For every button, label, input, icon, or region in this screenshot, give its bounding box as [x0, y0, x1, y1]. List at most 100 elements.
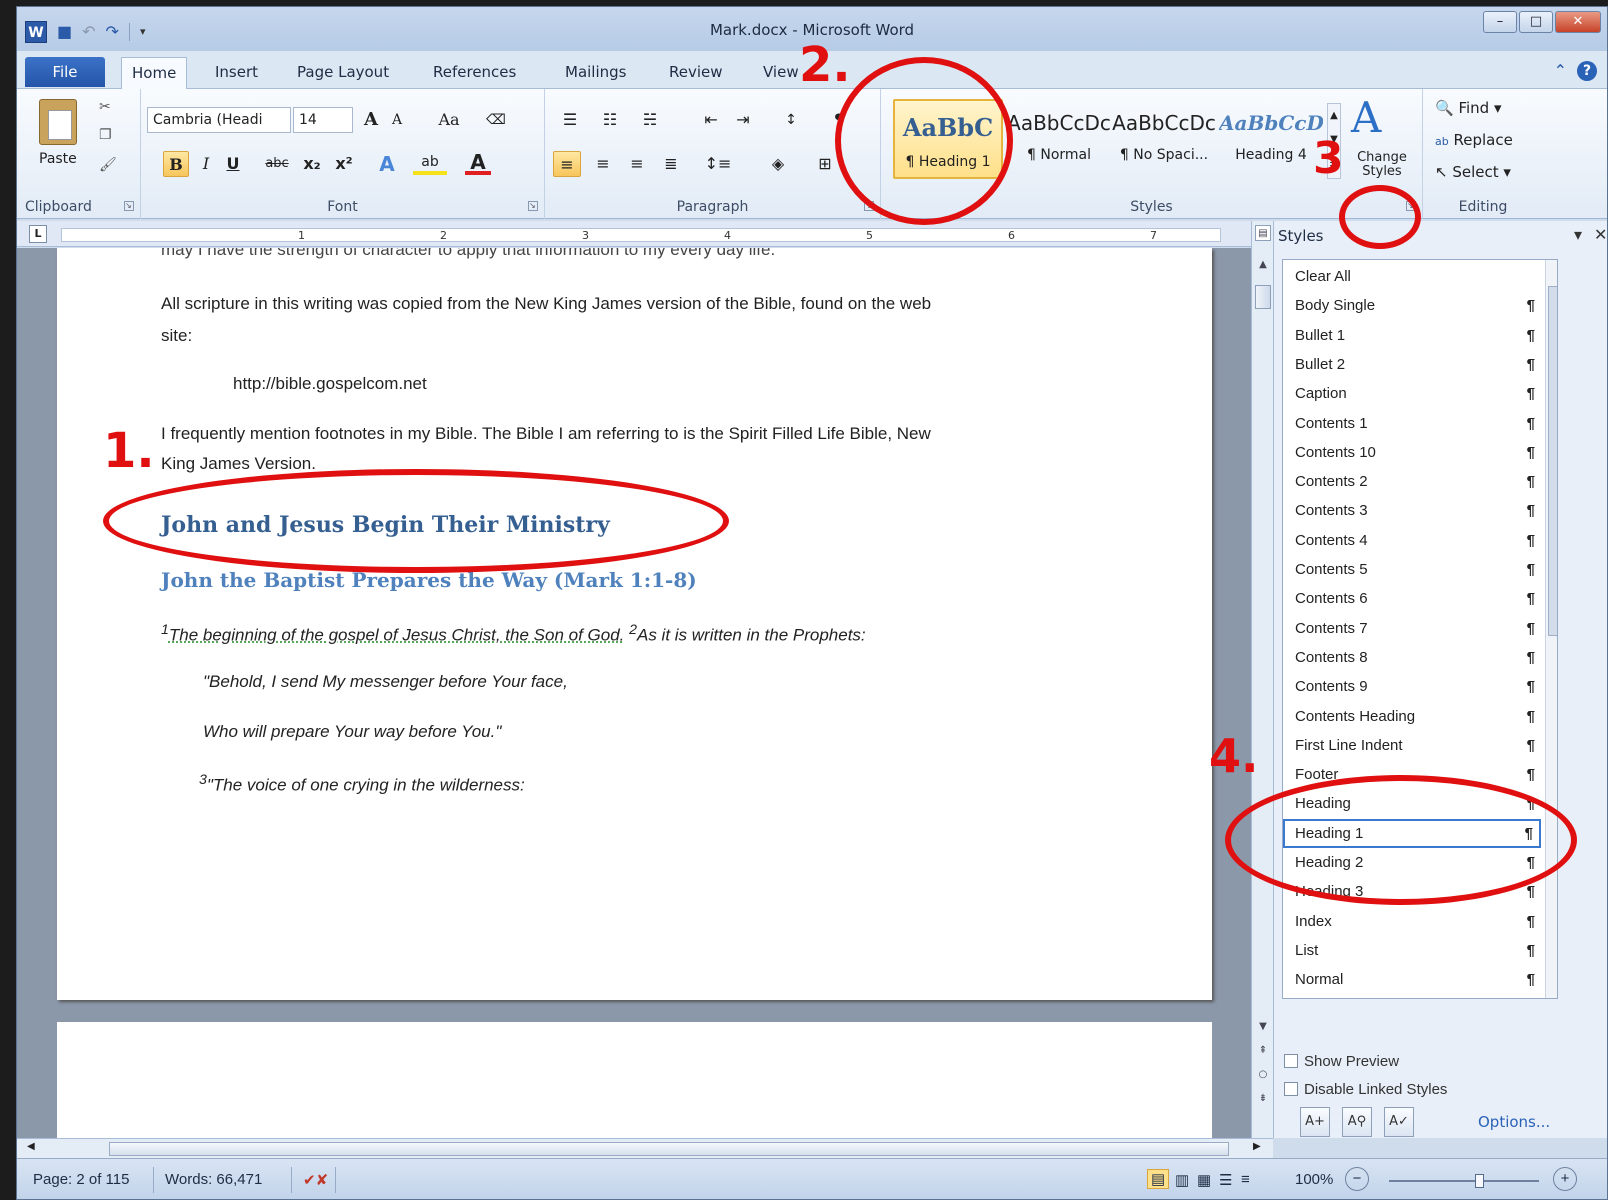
ruler-bar[interactable]: 1 2 3 4 5 6 7: [61, 228, 1221, 242]
sort-icon[interactable]: ↕: [777, 107, 805, 133]
proofing-icon[interactable]: ✔✘: [303, 1171, 328, 1189]
tab-references[interactable]: References: [423, 57, 526, 87]
style-list-item[interactable]: Normal ¶: [1283, 965, 1541, 994]
select-button[interactable]: ↖ Select ▾: [1435, 163, 1511, 181]
minimize-icon[interactable]: –: [1483, 11, 1517, 33]
style-list-item[interactable]: Body Single ¶: [1283, 291, 1541, 320]
tab-selector-icon[interactable]: L: [29, 225, 47, 243]
style-gallery-heading-4[interactable]: AaBbCcD Heading 4: [1219, 99, 1323, 179]
numbering-icon[interactable]: ☷: [595, 107, 625, 133]
tab-insert[interactable]: Insert: [205, 57, 268, 87]
change-styles-icon[interactable]: A: [1351, 93, 1381, 142]
cut-icon[interactable]: ✂: [99, 99, 111, 115]
style-gallery-normal[interactable]: AaBbCcDc ¶ Normal: [1007, 99, 1111, 179]
scroll-down-icon[interactable]: ▼: [1255, 1019, 1271, 1035]
shrink-font-button[interactable]: A: [385, 107, 409, 133]
style-list-item[interactable]: Contents 3 ¶: [1283, 496, 1541, 525]
font-size-combo[interactable]: 14: [293, 107, 353, 133]
print-layout-icon[interactable]: ▤: [1147, 1169, 1170, 1189]
view-ruler-icon[interactable]: ▤: [1255, 225, 1271, 241]
disable-linked-styles-checkbox[interactable]: Disable Linked Styles: [1284, 1081, 1447, 1098]
zoom-in-icon[interactable]: +: [1553, 1167, 1577, 1191]
document-page[interactable]: may I have the strength of character to …: [57, 248, 1212, 1000]
style-list-item[interactable]: Contents 7 ¶: [1283, 614, 1541, 643]
show-preview-checkbox[interactable]: Show Preview: [1284, 1053, 1399, 1070]
previous-page-icon[interactable]: ⇞: [1255, 1043, 1271, 1059]
zoom-level[interactable]: 100%: [1295, 1171, 1333, 1188]
word-count[interactable]: Words: 66,471: [165, 1171, 262, 1188]
align-right-icon[interactable]: ≡: [623, 151, 651, 177]
copy-icon[interactable]: ❐: [99, 127, 112, 143]
bold-button[interactable]: B: [163, 151, 189, 177]
pane-close-icon[interactable]: ✕: [1594, 225, 1607, 244]
multilevel-list-icon[interactable]: ☵: [635, 107, 665, 133]
line-spacing-icon[interactable]: ↕≡: [703, 151, 733, 177]
draft-icon[interactable]: ≡: [1241, 1171, 1250, 1188]
vertical-scrollbar[interactable]: ▤ ▲ ▼ ⇞ ○ ⇟: [1251, 221, 1273, 1138]
replace-button[interactable]: ab Replace: [1435, 131, 1513, 149]
document-page-next[interactable]: [57, 1022, 1212, 1138]
style-list-item[interactable]: Contents 4 ¶: [1283, 526, 1541, 555]
close-icon[interactable]: ✕: [1555, 11, 1601, 33]
options-link[interactable]: Options...: [1478, 1113, 1550, 1131]
zoom-slider[interactable]: [1389, 1174, 1539, 1188]
decrease-indent-icon[interactable]: ⇤: [697, 107, 725, 133]
scroll-left-icon[interactable]: ◀: [27, 1141, 35, 1152]
new-style-icon[interactable]: A+: [1300, 1107, 1330, 1137]
style-list-item[interactable]: Contents 8 ¶: [1283, 643, 1541, 672]
superscript-button[interactable]: x²: [331, 151, 357, 177]
shading-icon[interactable]: ◈: [763, 151, 793, 177]
clipboard-launcher-icon[interactable]: ↘: [124, 201, 134, 211]
subscript-button[interactable]: x₂: [299, 151, 325, 177]
styles-list-scroll-thumb[interactable]: [1548, 286, 1557, 636]
style-gallery-no-spacing[interactable]: AaBbCcDc ¶ No Spaci...: [1111, 99, 1217, 179]
styles-list-scrollbar[interactable]: [1545, 260, 1557, 998]
help-icon[interactable]: ?: [1577, 61, 1597, 81]
grow-font-button[interactable]: A: [359, 107, 383, 133]
zoom-out-icon[interactable]: −: [1345, 1167, 1369, 1191]
ribbon-collapse-icon[interactable]: ⌃: [1554, 61, 1567, 81]
tab-file[interactable]: File: [25, 57, 105, 87]
increase-indent-icon[interactable]: ⇥: [729, 107, 757, 133]
maximize-icon[interactable]: □: [1519, 11, 1553, 33]
tab-page-layout[interactable]: Page Layout: [287, 57, 399, 87]
scroll-up-icon[interactable]: ▲: [1255, 257, 1271, 273]
format-painter-icon[interactable]: 🖌: [99, 157, 117, 173]
style-list-item[interactable]: Bullet 2 ¶: [1283, 350, 1541, 379]
paste-icon[interactable]: [39, 99, 77, 145]
justify-icon[interactable]: ≣: [657, 151, 685, 177]
align-left-icon[interactable]: ≡: [553, 151, 581, 177]
change-case-button[interactable]: Aa: [429, 107, 469, 133]
text-effects-button[interactable]: A: [373, 151, 401, 177]
next-page-icon[interactable]: ⇟: [1255, 1091, 1271, 1107]
horizontal-scroll-thumb[interactable]: [109, 1142, 1229, 1156]
paste-button[interactable]: Paste: [39, 151, 77, 167]
style-list-item[interactable]: Caption ¶: [1283, 379, 1541, 408]
horizontal-scrollbar[interactable]: ◀ ▶: [17, 1138, 1273, 1158]
style-list-item[interactable]: Contents 9 ¶: [1283, 672, 1541, 701]
scroll-right-icon[interactable]: ▶: [1253, 1141, 1261, 1152]
style-list-item[interactable]: Index ¶: [1283, 907, 1541, 936]
pane-options-icon[interactable]: ▾: [1574, 225, 1582, 244]
style-inspector-icon[interactable]: A⚲: [1342, 1107, 1372, 1137]
page-count[interactable]: Page: 2 of 115: [33, 1171, 129, 1188]
align-center-icon[interactable]: ≡: [589, 151, 617, 177]
italic-button[interactable]: I: [195, 151, 217, 177]
clear-formatting-icon[interactable]: ⌫: [483, 107, 509, 133]
underline-button[interactable]: U: [221, 151, 245, 177]
tab-review[interactable]: Review: [659, 57, 733, 87]
style-list-item[interactable]: Contents 5 ¶: [1283, 555, 1541, 584]
highlight-button[interactable]: ab: [413, 151, 447, 175]
strikethrough-button[interactable]: abc: [261, 151, 293, 177]
web-layout-icon[interactable]: ▦: [1197, 1171, 1211, 1189]
style-list-item[interactable]: Contents 10 ¶: [1283, 438, 1541, 467]
find-button[interactable]: 🔍 Find ▾: [1435, 99, 1502, 117]
style-list-item[interactable]: List ¶: [1283, 936, 1541, 965]
style-list-item[interactable]: Bullet 1 ¶: [1283, 321, 1541, 350]
browse-object-icon[interactable]: ○: [1255, 1067, 1271, 1083]
font-launcher-icon[interactable]: ↘: [528, 201, 538, 211]
zoom-slider-knob[interactable]: [1475, 1174, 1484, 1188]
style-list-item[interactable]: First Line Indent ¶: [1283, 731, 1541, 760]
full-screen-reading-icon[interactable]: ▥: [1175, 1171, 1189, 1189]
manage-styles-icon[interactable]: A✓: [1384, 1107, 1414, 1137]
